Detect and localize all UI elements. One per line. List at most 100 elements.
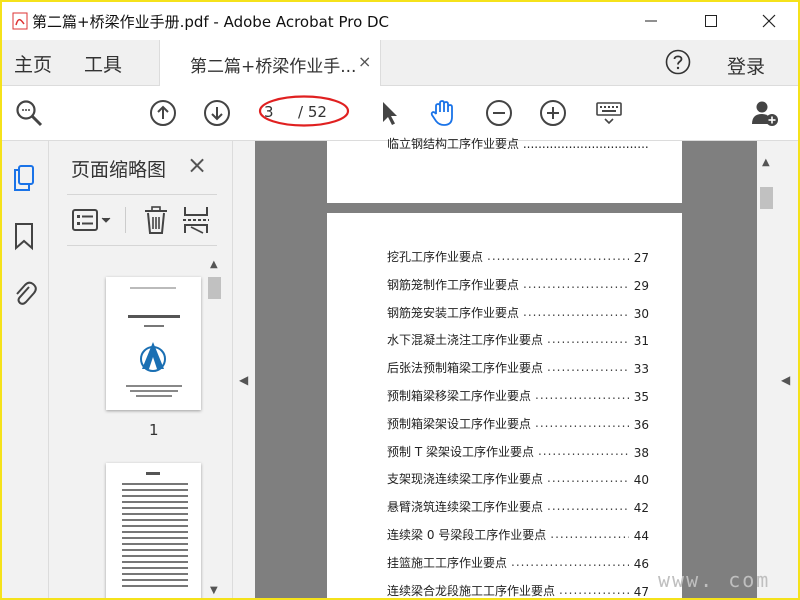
close-tab-button[interactable]: × [358, 52, 371, 71]
chevron-left-icon: ◀ [781, 373, 791, 387]
toc-leader-dots: ........................................… [559, 582, 629, 597]
add-user-icon[interactable] [750, 98, 780, 128]
toc-entry[interactable]: 悬臂浇筑连续梁工序作业要点...........................… [387, 495, 649, 515]
select-cursor-icon[interactable] [374, 98, 404, 128]
toc-leader-dots: ........................................… [547, 332, 629, 347]
toc-entry[interactable]: 连续梁合龙段施工工序作业要点..........................… [387, 579, 649, 598]
maximize-button[interactable] [698, 8, 724, 34]
acrobat-app-icon [12, 12, 28, 30]
page-thumbnail-1[interactable] [106, 277, 201, 410]
toc-entry[interactable]: 水下混凝土浇注工序作业要点...........................… [387, 328, 649, 348]
tab-tools[interactable]: 工具 [84, 50, 122, 77]
toc-entry-page: 31 [633, 334, 649, 349]
page-thumbnails-icon[interactable] [11, 163, 37, 193]
zoom-out-icon[interactable] [484, 98, 514, 128]
toc-entry[interactable]: 连续梁 0 号梁段工序作业要点.........................… [387, 523, 649, 543]
toc-entry[interactable]: 挖孔工序作业要点................................… [387, 245, 649, 265]
thumbnail-panel: 页面缩略图 × 1 ▲ ▼ [49, 141, 233, 598]
toc-entry-title: 连续梁 0 号梁段工序作业要点 [387, 528, 547, 542]
toc-entry[interactable]: 钢筋笼制作工序作业要点.............................… [387, 273, 649, 293]
help-icon[interactable] [664, 48, 692, 76]
toc-entry-title: 支架现浇连续梁工序作业要点 [387, 472, 544, 487]
toc-entry[interactable]: 支架现浇连续梁工序作业要点...........................… [387, 467, 649, 487]
toc-entry-title: 挂篮施工工序作业要点 [387, 555, 508, 570]
app-window: 第二篇+桥梁作业手册.pdf - Adobe Acrobat Pro DC 主页… [0, 0, 800, 600]
thumbnail-list: 1 ▲ ▼ [49, 253, 232, 598]
page-thumbnail-2[interactable] [106, 463, 201, 598]
toc-entry-title: 预制箱梁移梁工序作业要点 [387, 389, 532, 403]
delete-icon[interactable] [141, 205, 171, 235]
collapse-left-pane[interactable]: ◀ [233, 141, 255, 598]
tab-home[interactable]: 主页 [14, 50, 52, 77]
next-page-icon[interactable] [202, 98, 232, 128]
toc-entry-page: 29 [633, 278, 649, 293]
bookmark-icon[interactable] [11, 221, 37, 251]
scrollbar-thumb[interactable] [208, 277, 221, 299]
toc-entry-page: 40 [633, 473, 649, 488]
toc-entry-title: 钢筋笼制作工序作业要点 [387, 277, 520, 292]
toc-leader-dots: ........................................… [547, 360, 629, 375]
toc-leader-dots: ........................................… [535, 415, 629, 430]
highlight-oval [258, 95, 350, 127]
toc-leader-dots: ........................................… [523, 304, 629, 319]
toc-entry-title: 悬臂浇筑连续梁工序作业要点 [387, 500, 544, 515]
document-scrollbar[interactable]: ▲ [757, 141, 776, 598]
toc-entry-title: 后张法预制箱梁工序作业要点 [387, 361, 544, 376]
toc-leader-dots: ........................................… [537, 443, 629, 458]
minimize-button[interactable] [638, 8, 664, 34]
close-panel-button[interactable]: × [187, 151, 207, 179]
toc-leader-dots: ........................................… [511, 554, 629, 569]
toc-entry[interactable]: 挂篮施工工序作业要点..............................… [387, 551, 649, 571]
title-bar: 第二篇+桥梁作业手册.pdf - Adobe Acrobat Pro DC [2, 2, 798, 40]
toc-entry[interactable]: 预制箱梁架设工序作业要点............................… [387, 412, 649, 432]
previous-page-icon[interactable] [148, 98, 178, 128]
toc-partial-line: 临立钢结构工序作业要点 ............................… [387, 137, 649, 149]
toc-entry-title: 挖孔工序作业要点 [387, 250, 484, 264]
thumbnail-toc-image [122, 472, 188, 587]
document-viewport: ◀ 临立钢结构工序作业要点 ..........................… [233, 137, 798, 598]
zoom-search-icon[interactable] [14, 98, 44, 128]
keyboard-icon[interactable] [594, 98, 624, 128]
thumbnail-scrollbar[interactable]: ▲ ▼ [206, 255, 223, 598]
toc-entry-page: 38 [633, 445, 649, 460]
collapse-right-pane[interactable]: ◀ [776, 141, 798, 598]
toc-entry-title: 预制 T 梁架设工序作业要点 [387, 444, 534, 459]
toc-entry[interactable]: 预制 T 梁架设工序作业要点..........................… [387, 440, 649, 460]
toc-leader-dots: ........................................… [535, 388, 629, 402]
thumbnail-page-number: 1 [149, 421, 159, 439]
toc-entry-page: 35 [633, 390, 649, 404]
toc-entry-title: 连续梁合龙段施工工序作业要点 [387, 583, 556, 598]
toc-entry[interactable]: 预制箱梁移梁工序作业要点............................… [387, 384, 649, 404]
toc-entry-page: 33 [633, 362, 649, 377]
toc-leader-dots: ........................................… [487, 249, 629, 263]
toc-entry-title: 水下混凝土浇注工序作业要点 [387, 333, 544, 348]
close-window-button[interactable] [756, 8, 782, 34]
window-title: 第二篇+桥梁作业手册.pdf - Adobe Acrobat Pro DC [32, 13, 390, 31]
attachment-icon[interactable] [11, 277, 37, 307]
toc-entry-page: 30 [633, 306, 649, 321]
tab-document[interactable]: 第二篇+桥梁作业手... × [159, 40, 381, 86]
toc-leader-dots: ........................................… [547, 499, 629, 514]
toc-entry[interactable]: 后张法预制箱梁工序作业要点...........................… [387, 356, 649, 376]
main-toolbar: 3 / 52 [2, 86, 798, 141]
toc-leader-dots: ........................................… [523, 276, 629, 291]
login-button[interactable]: 登录 [727, 52, 765, 79]
tab-bar: 主页 工具 第二篇+桥梁作业手... × 登录 [2, 40, 798, 86]
scroll-down-arrow-icon[interactable]: ▼ [210, 585, 218, 596]
document-tab-label: 第二篇+桥梁作业手... [190, 57, 357, 77]
toc-entry-page: 36 [633, 417, 649, 432]
panel-toolbar [67, 194, 217, 246]
scroll-up-arrow-icon[interactable]: ▲ [762, 157, 770, 168]
watermark: www. com [658, 568, 771, 592]
hand-tool-icon[interactable] [428, 98, 458, 128]
toc-leader-dots: ........................................… [547, 471, 629, 486]
scrollbar-thumb[interactable] [760, 187, 773, 209]
toc-entry-page: 46 [633, 556, 649, 571]
scroll-up-arrow-icon[interactable]: ▲ [210, 259, 218, 270]
toc-entry-page: 42 [633, 501, 649, 516]
chevron-left-icon: ◀ [239, 373, 249, 387]
crop-pages-icon[interactable] [181, 205, 211, 235]
options-menu-icon[interactable] [71, 205, 115, 235]
zoom-in-icon[interactable] [538, 98, 568, 128]
toc-entry[interactable]: 钢筋笼安装工序作业要点.............................… [387, 301, 649, 321]
